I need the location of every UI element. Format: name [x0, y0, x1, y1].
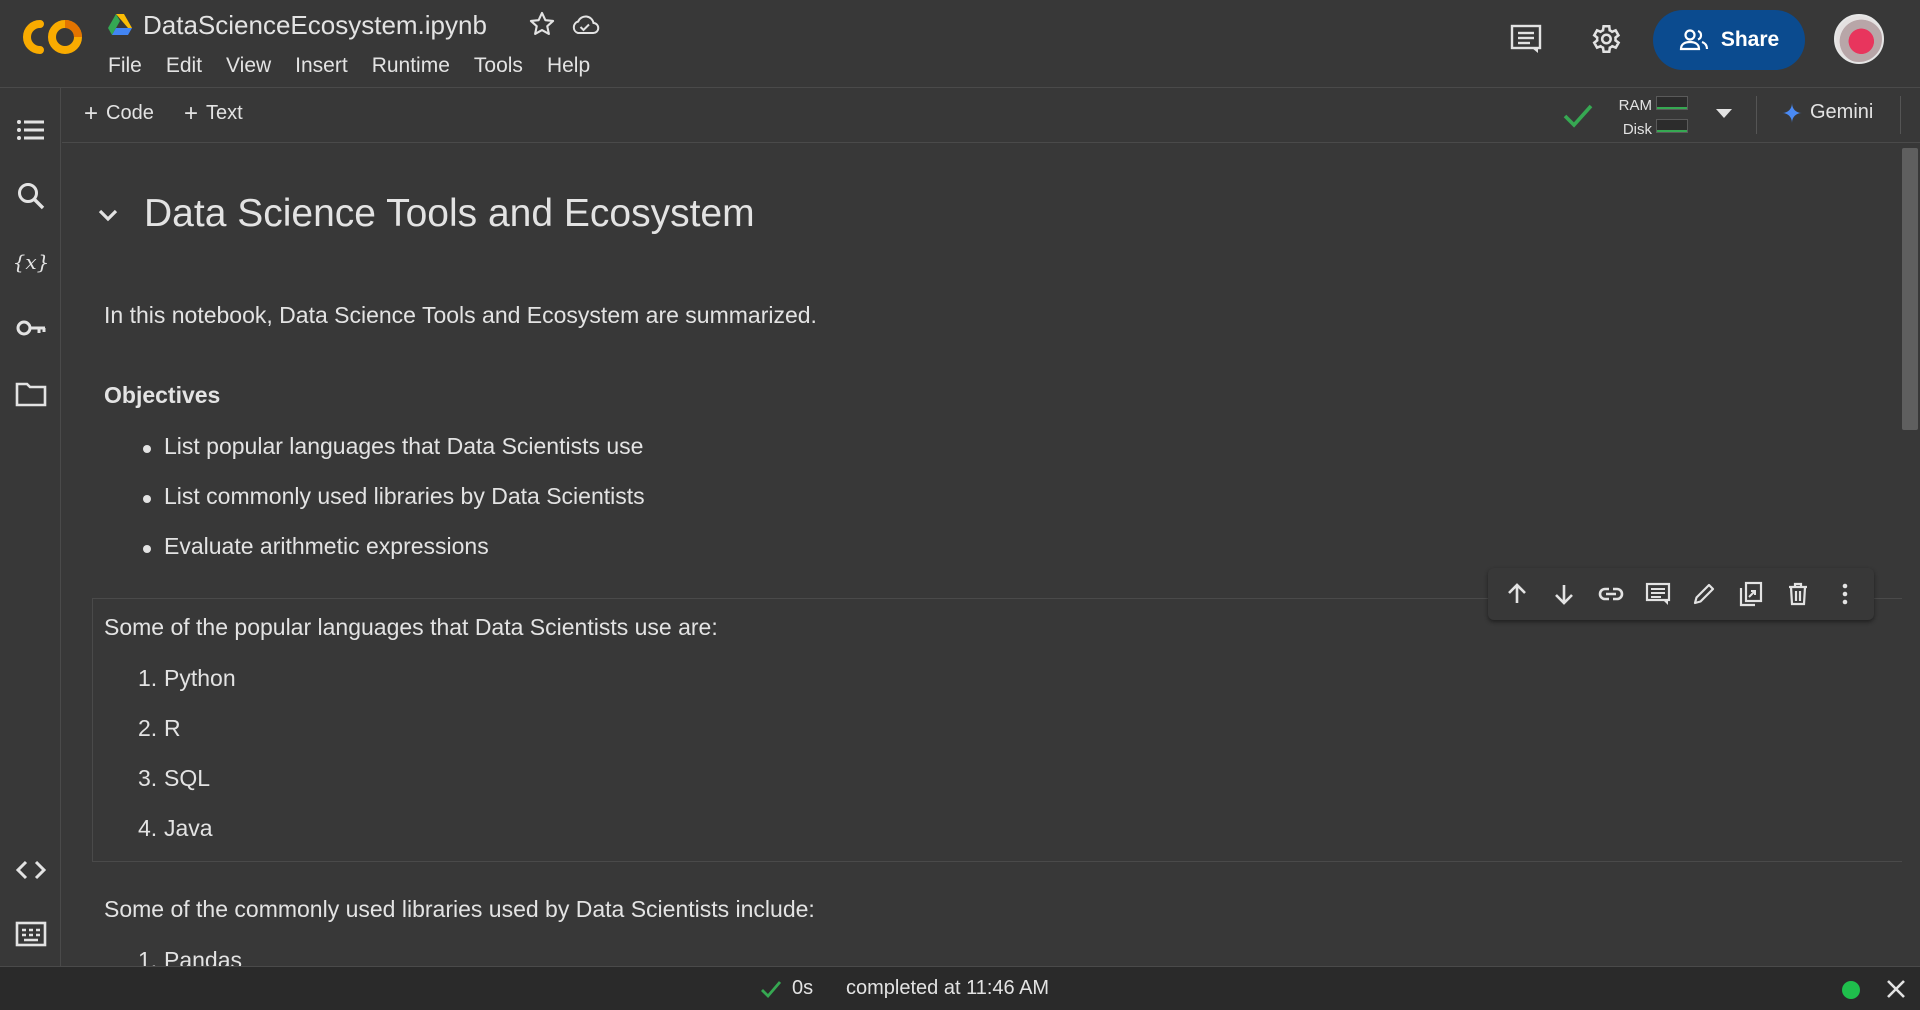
ram-label: RAM — [1618, 97, 1652, 114]
language-number: 4. — [138, 815, 158, 841]
status-bar: 0s completed at 11:46 AM — [0, 966, 1920, 1010]
svg-text:{x}: {x} — [15, 250, 47, 274]
table-of-contents-icon[interactable] — [15, 114, 47, 146]
plus-icon: + — [184, 99, 199, 127]
menu-bar: File Edit View Insert Runtime Tools Help — [96, 52, 602, 80]
close-icon[interactable] — [1885, 978, 1907, 1000]
edit-pencil-icon[interactable] — [1691, 581, 1717, 607]
collapse-section-caret-icon[interactable] — [95, 205, 121, 225]
arrow-up-icon[interactable] — [1504, 581, 1530, 607]
language-number: 1. — [138, 665, 158, 691]
settings-gear-icon[interactable] — [1588, 22, 1622, 56]
arrow-down-icon[interactable] — [1551, 581, 1577, 607]
language-item: Java — [164, 815, 213, 841]
top-header: DataScienceEcosystem.ipynb File Edit Vie… — [0, 0, 1920, 88]
resource-labels[interactable]: RAM Disk — [1612, 94, 1652, 142]
library-item: Pandas — [164, 947, 243, 966]
command-palette-icon[interactable] — [15, 918, 47, 950]
menu-insert[interactable]: Insert — [283, 52, 360, 80]
ram-usage-bar[interactable] — [1656, 96, 1688, 110]
connected-check-icon[interactable] — [1562, 100, 1594, 130]
language-number: 3. — [138, 765, 158, 791]
language-number: 2. — [138, 715, 158, 741]
objective-item: Evaluate arithmetic expressions — [164, 533, 489, 559]
objective-item: List commonly used libraries by Data Sci… — [164, 483, 645, 509]
notebook-title[interactable]: DataScienceEcosystem.ipynb — [143, 10, 487, 41]
notebook-heading: Data Science Tools and Ecosystem — [144, 192, 755, 235]
plus-icon: + — [84, 99, 99, 127]
libraries-intro-text: Some of the commonly used libraries used… — [104, 896, 815, 922]
cloud-saved-icon[interactable] — [570, 12, 600, 38]
add-text-button[interactable]: + Text — [184, 99, 243, 127]
notebook-content: Data Science Tools and Ecosystem In this… — [62, 144, 1902, 966]
link-icon[interactable] — [1598, 581, 1624, 607]
intro-text: In this notebook, Data Science Tools and… — [104, 302, 817, 328]
notebook-toolbar: + Code + Text RAM Disk Gemini — [62, 88, 1920, 143]
menu-edit[interactable]: Edit — [154, 52, 214, 80]
menu-view[interactable]: View — [214, 52, 283, 80]
add-code-button[interactable]: + Code — [84, 99, 154, 127]
chevron-down-icon[interactable] — [1714, 106, 1734, 120]
cell-toolbar — [1488, 568, 1874, 620]
language-item: SQL — [164, 765, 211, 791]
menu-runtime[interactable]: Runtime — [360, 52, 462, 80]
colab-logo[interactable] — [20, 16, 86, 58]
left-sidebar: {x} — [0, 88, 61, 966]
disk-label: Disk — [1622, 121, 1652, 138]
comment-icon[interactable] — [1645, 581, 1671, 607]
search-icon[interactable] — [15, 180, 47, 212]
delete-trash-icon[interactable] — [1785, 581, 1811, 607]
runtime-status-dot[interactable] — [1842, 981, 1860, 999]
menu-file[interactable]: File — [96, 52, 154, 80]
avatar[interactable] — [1834, 14, 1884, 64]
execution-time[interactable]: 0s — [792, 977, 813, 1000]
menu-tools[interactable]: Tools — [462, 52, 535, 80]
language-item: Python — [164, 665, 236, 691]
star-icon[interactable] — [528, 10, 556, 38]
code-snippets-icon[interactable] — [15, 854, 47, 886]
drive-icon[interactable] — [108, 14, 132, 36]
variables-icon[interactable]: {x} — [15, 246, 47, 278]
gemini-label: Gemini — [1810, 101, 1874, 123]
mirror-cell-icon[interactable] — [1738, 581, 1764, 607]
bullet — [143, 495, 151, 503]
library-number: 1. — [138, 947, 158, 966]
comment-icon[interactable] — [1510, 24, 1542, 54]
add-code-label: Code — [106, 102, 154, 124]
menu-help[interactable]: Help — [535, 52, 602, 80]
execution-check-icon — [761, 981, 782, 999]
objectives-title: Objectives — [104, 382, 221, 408]
toolbar-divider — [1756, 96, 1757, 134]
bullet — [143, 545, 151, 553]
add-text-label: Text — [206, 102, 243, 124]
secrets-key-icon[interactable] — [15, 312, 47, 344]
languages-intro-text: Some of the popular languages that Data … — [104, 614, 718, 640]
toolbar-divider — [1900, 96, 1901, 134]
more-vert-icon[interactable] — [1832, 581, 1858, 607]
gemini-sparkle-icon — [1782, 102, 1802, 123]
bullet — [143, 445, 151, 453]
share-button[interactable]: Share — [1653, 10, 1805, 70]
vertical-scrollbar[interactable] — [1902, 148, 1918, 430]
share-label: Share — [1720, 28, 1780, 51]
people-icon — [1679, 29, 1708, 51]
language-item: R — [164, 715, 181, 741]
gemini-button[interactable]: Gemini — [1782, 101, 1873, 124]
files-folder-icon[interactable] — [15, 378, 47, 410]
execution-completed-text[interactable]: completed at 11:46 AM — [846, 977, 1049, 1000]
objective-item: List popular languages that Data Scienti… — [164, 433, 644, 459]
disk-usage-bar[interactable] — [1656, 119, 1688, 133]
